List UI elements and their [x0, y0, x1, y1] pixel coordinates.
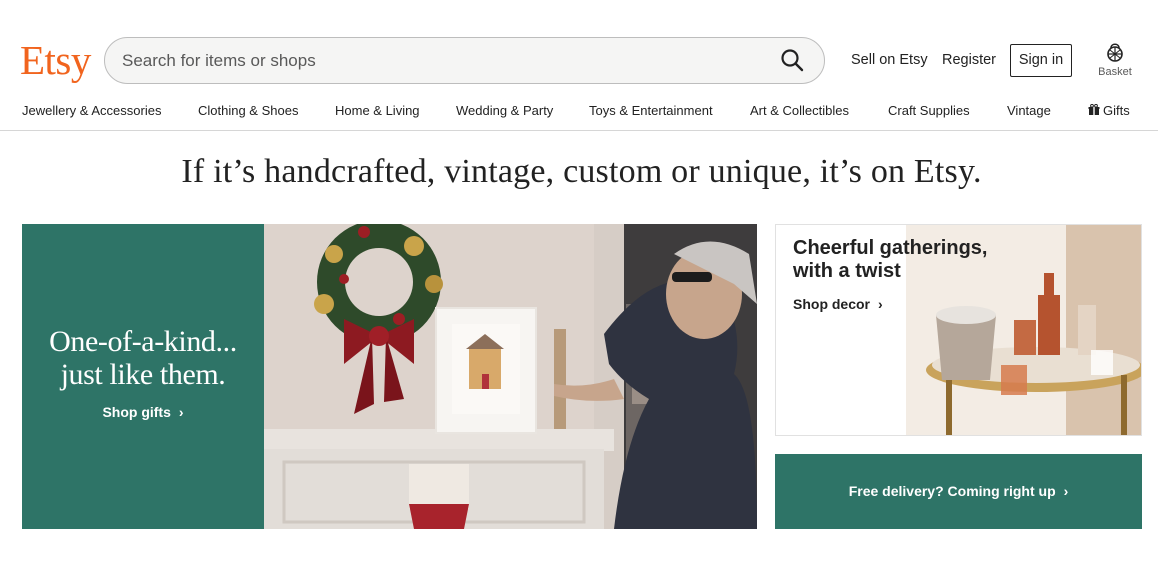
etsy-logo[interactable]: Etsy: [20, 36, 91, 84]
gatherings-card[interactable]: Cheerful gatherings, with a twist Shop d…: [775, 224, 1142, 436]
chevron-right-icon: ›: [178, 404, 184, 420]
category-toys-entertainment[interactable]: Toys & Entertainment: [589, 103, 713, 119]
hero-title-line-1: One-of-a-kind...: [49, 325, 237, 358]
shop-decor-label: Shop decor: [793, 296, 871, 312]
category-gifts-label: Gifts: [1103, 103, 1130, 118]
category-home-living[interactable]: Home & Living: [335, 103, 420, 119]
search-bar: [104, 37, 825, 84]
gatherings-title: Cheerful gatherings, with a twist: [793, 237, 988, 282]
page-tagline: If it’s handcrafted, vintage, custom or …: [181, 153, 982, 190]
hero-photo: [264, 224, 757, 529]
shop-decor-link[interactable]: Shop decor ›: [793, 296, 883, 312]
free-delivery-link[interactable]: Free delivery? Coming right up ›: [775, 483, 1142, 499]
category-vintage[interactable]: Vintage: [1007, 103, 1051, 119]
hero-banner[interactable]: One-of-a-kind... just like them. Shop gi…: [22, 224, 757, 529]
search-icon[interactable]: [780, 48, 806, 74]
site-header: Etsy Sell on Etsy Register Sign in Baske…: [0, 0, 1158, 95]
shop-gifts-link[interactable]: Shop gifts ›: [102, 404, 183, 420]
sell-on-etsy-link[interactable]: Sell on Etsy: [851, 51, 928, 69]
hero-title-line-2: just like them.: [60, 358, 226, 391]
basket-icon: [1092, 40, 1138, 62]
category-gifts[interactable]: Gifts: [1088, 103, 1130, 120]
category-jewellery-accessories[interactable]: Jewellery & Accessories: [22, 103, 161, 119]
gift-icon: [1088, 103, 1100, 120]
category-wedding-party[interactable]: Wedding & Party: [456, 103, 553, 119]
category-nav: Jewellery & Accessories Clothing & Shoes…: [0, 95, 1158, 131]
sign-in-button[interactable]: Sign in: [1010, 44, 1072, 77]
category-clothing-shoes[interactable]: Clothing & Shoes: [198, 103, 298, 119]
shop-gifts-label: Shop gifts: [102, 404, 171, 420]
hero-text: One-of-a-kind... just like them. Shop gi…: [22, 325, 264, 422]
register-link[interactable]: Register: [942, 51, 996, 69]
category-craft-supplies[interactable]: Craft Supplies: [888, 103, 970, 119]
chevron-right-icon: ›: [878, 296, 883, 312]
category-art-collectibles[interactable]: Art & Collectibles: [750, 103, 849, 119]
free-delivery-card[interactable]: Free delivery? Coming right up ›: [775, 454, 1142, 529]
search-input[interactable]: [122, 46, 762, 76]
basket-button[interactable]: Basket: [1092, 40, 1138, 82]
basket-label: Basket: [1098, 66, 1132, 78]
chevron-right-icon: ›: [1063, 483, 1069, 499]
free-delivery-label: Free delivery? Coming right up: [848, 483, 1056, 499]
